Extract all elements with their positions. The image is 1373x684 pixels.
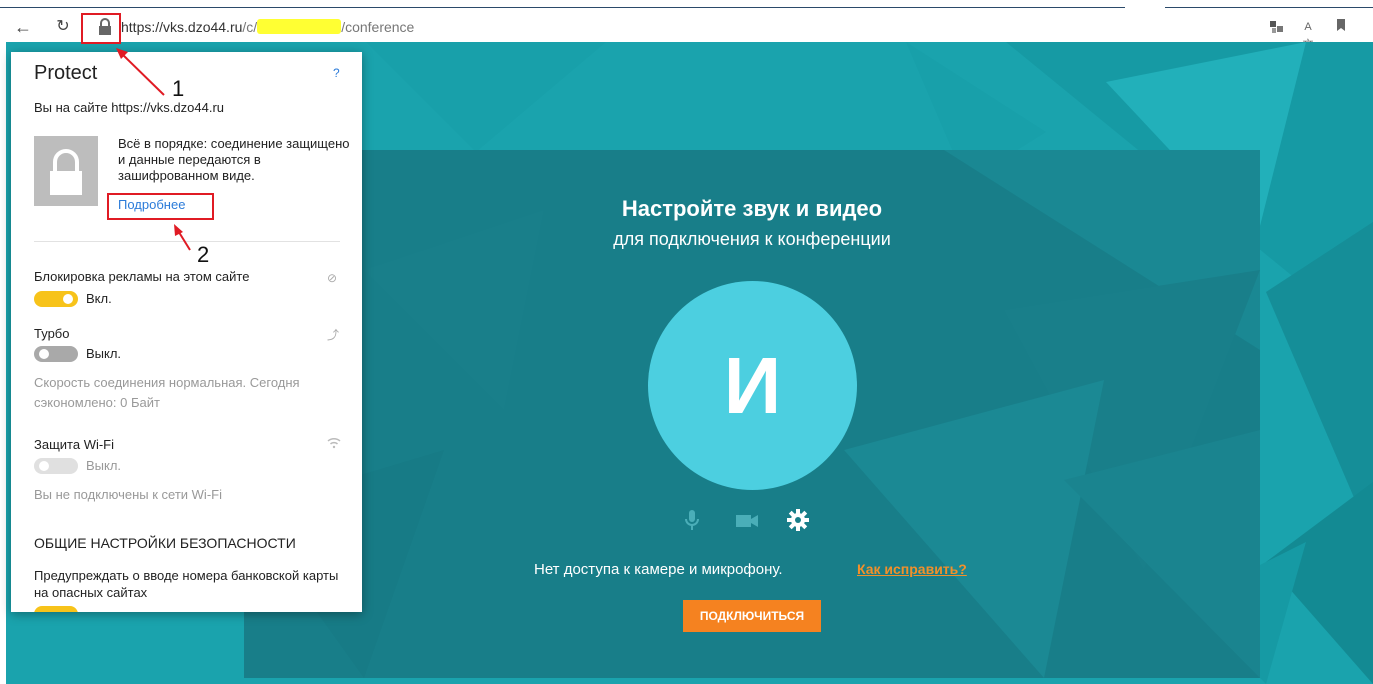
annotation-number-1: 1 [172, 76, 185, 101]
annotation-number-2: 2 [197, 242, 210, 267]
annotation-arrows [116, 48, 191, 251]
